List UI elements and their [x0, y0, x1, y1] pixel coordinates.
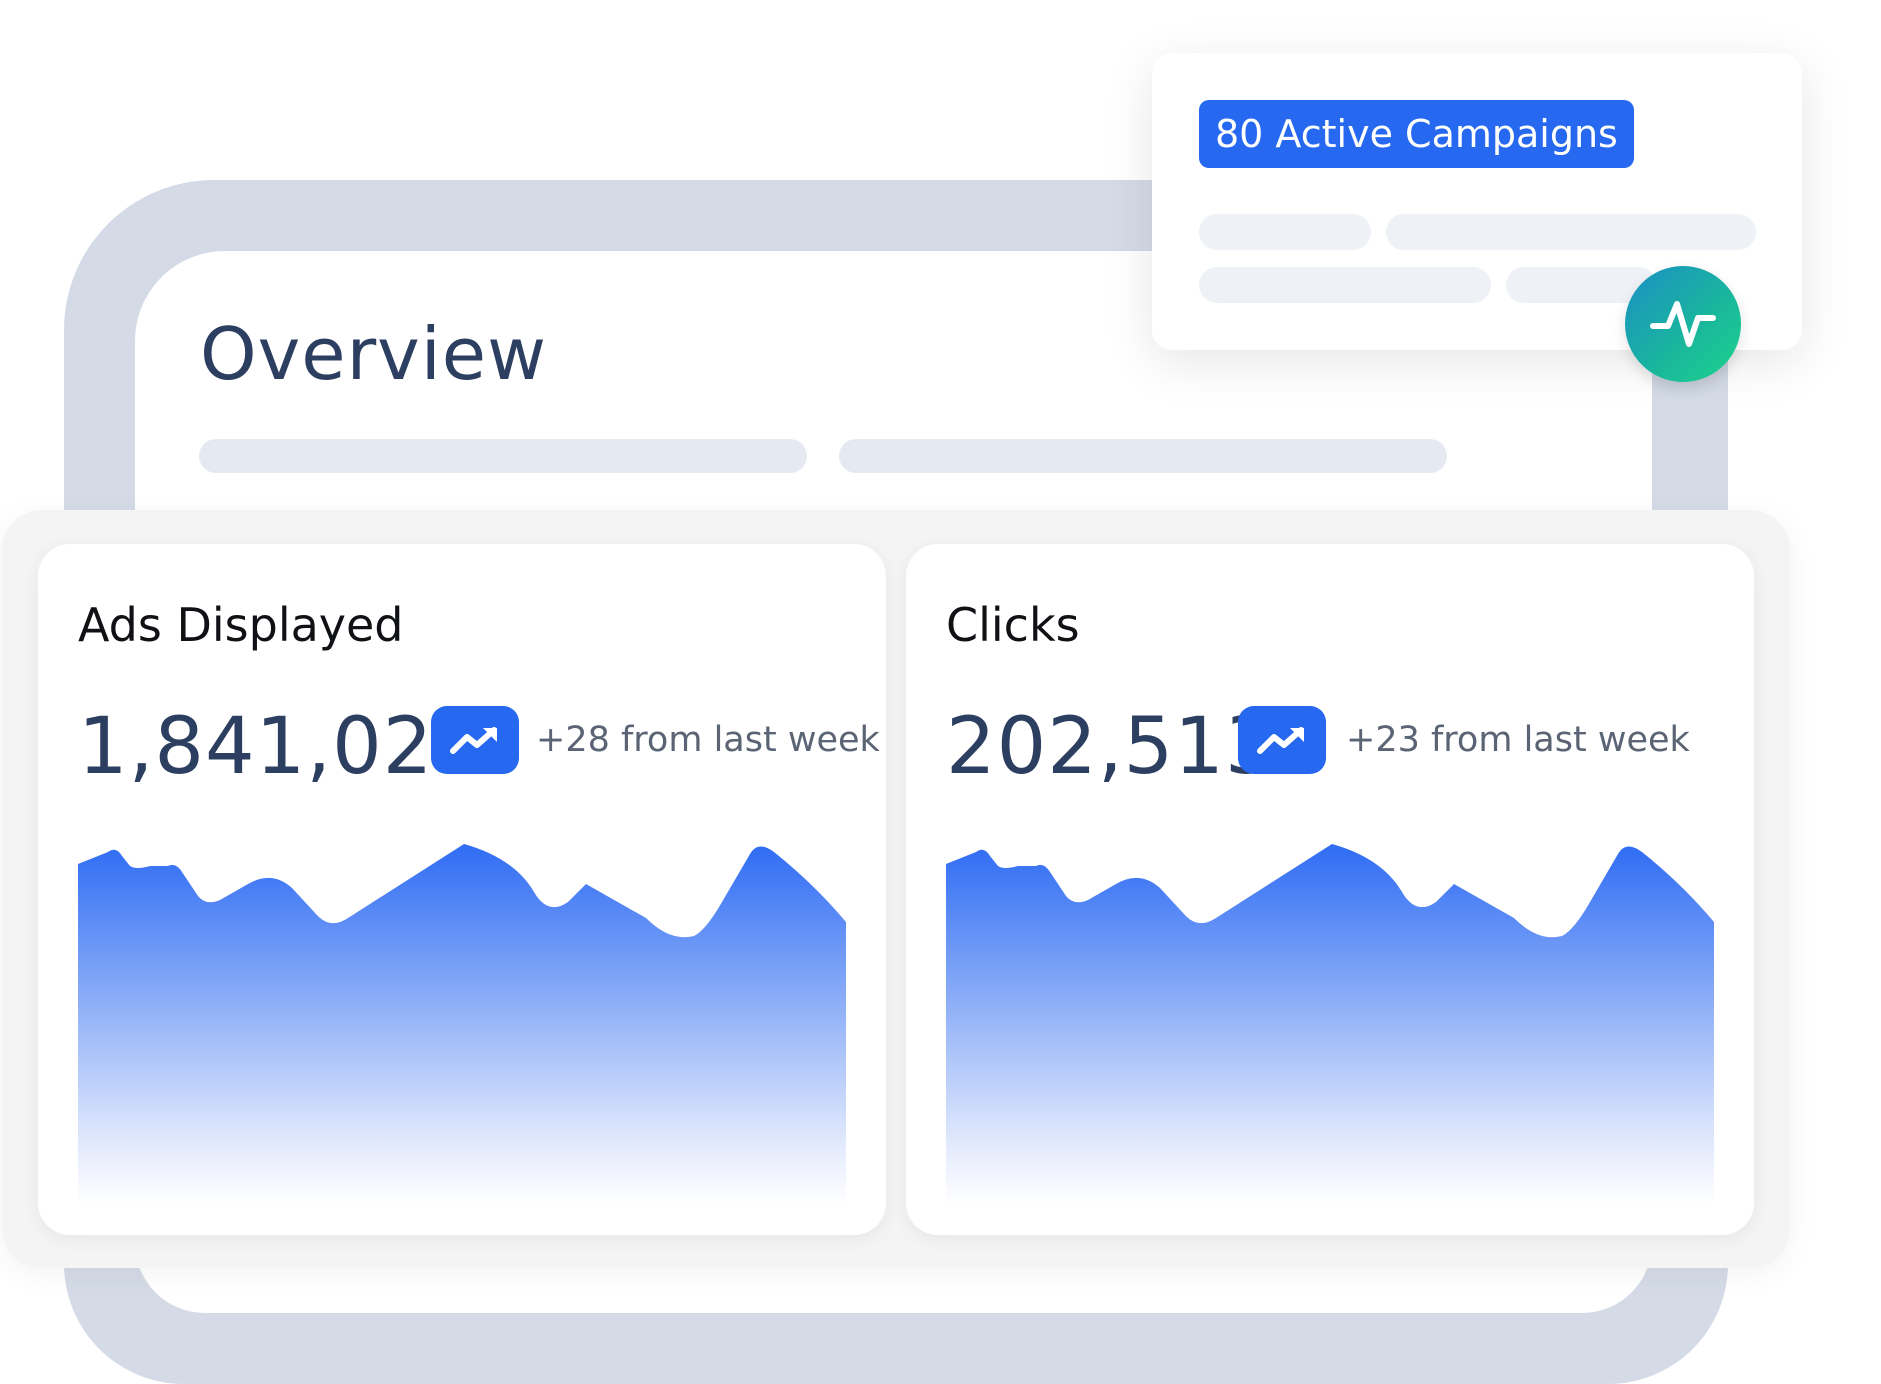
trending-up-icon	[431, 706, 519, 774]
activity-pulse-icon[interactable]	[1625, 266, 1741, 382]
card-title: Ads Displayed	[78, 598, 404, 652]
card-value: 1,841,027	[78, 702, 484, 792]
trending-up-icon	[1238, 706, 1326, 774]
active-campaigns-badge[interactable]: 80 Active Campaigns	[1199, 100, 1634, 168]
stat-card-clicks[interactable]: Clicks 202,513 +23 from last week	[906, 544, 1754, 1235]
card-change-text: +28 from last week	[536, 720, 880, 760]
card-change-text: +23 from last week	[1346, 720, 1690, 760]
placeholder-bar	[1199, 214, 1371, 250]
placeholder-bar	[1199, 267, 1491, 303]
page-title: Overview	[200, 312, 547, 396]
placeholder-bar	[839, 439, 1447, 473]
placeholder-bar	[1386, 214, 1756, 250]
area-chart	[946, 844, 1714, 1204]
placeholder-bar	[199, 439, 807, 473]
card-value: 202,513	[946, 702, 1276, 792]
card-title: Clicks	[946, 598, 1080, 652]
stat-card-ads-displayed[interactable]: Ads Displayed 1,841,027 +28 from last we…	[38, 544, 886, 1235]
area-chart	[78, 844, 846, 1204]
